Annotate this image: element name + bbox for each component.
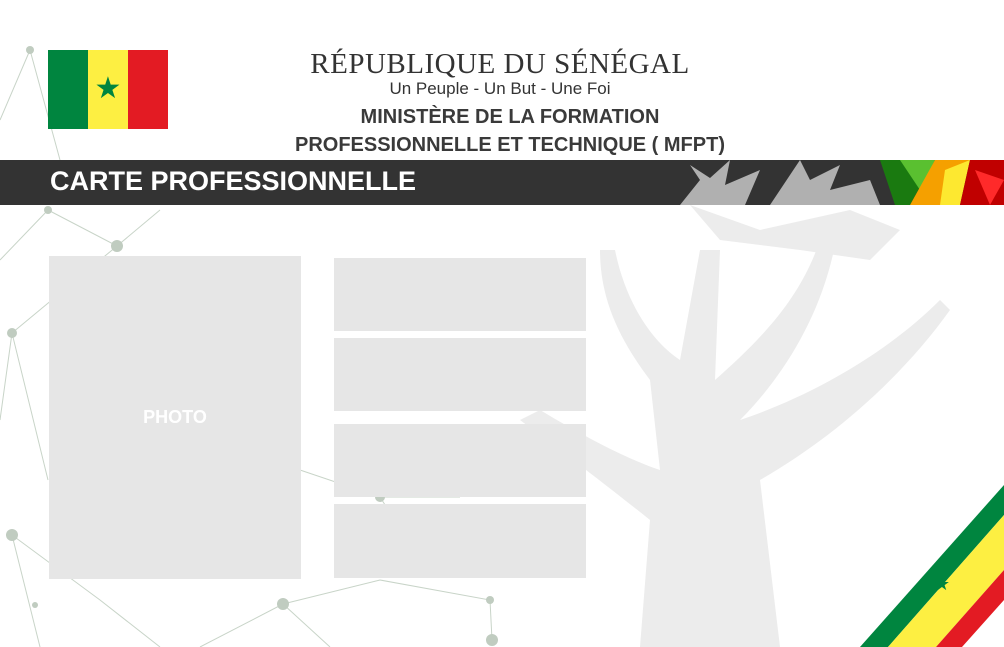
national-motto: Un Peuple - Un But - Une Foi [389, 79, 611, 98]
country-title: RÉPUBLIQUE DU SÉNÉGAL [310, 48, 690, 80]
star-icon: ★ [94, 72, 122, 105]
info-field-2[interactable] [334, 338, 586, 411]
card-title: CARTE PROFESSIONNELLE [50, 166, 417, 196]
ministry-line-2: PROFESSIONNELLE ET TECHNIQUE ( MFPT) [294, 134, 725, 156]
flag-ribbon: ★ [860, 485, 1004, 647]
info-field-3[interactable] [334, 424, 586, 497]
info-field-1[interactable] [334, 258, 586, 331]
ministry-line-1: MINISTÈRE DE LA FORMATION [360, 106, 660, 128]
photo-placeholder[interactable]: PHOTO [49, 256, 301, 579]
senegal-flag: ★ [48, 50, 168, 129]
photo-label: PHOTO [143, 407, 207, 427]
info-field-4[interactable] [334, 504, 586, 578]
ribbon-star-icon: ★ [934, 574, 950, 594]
